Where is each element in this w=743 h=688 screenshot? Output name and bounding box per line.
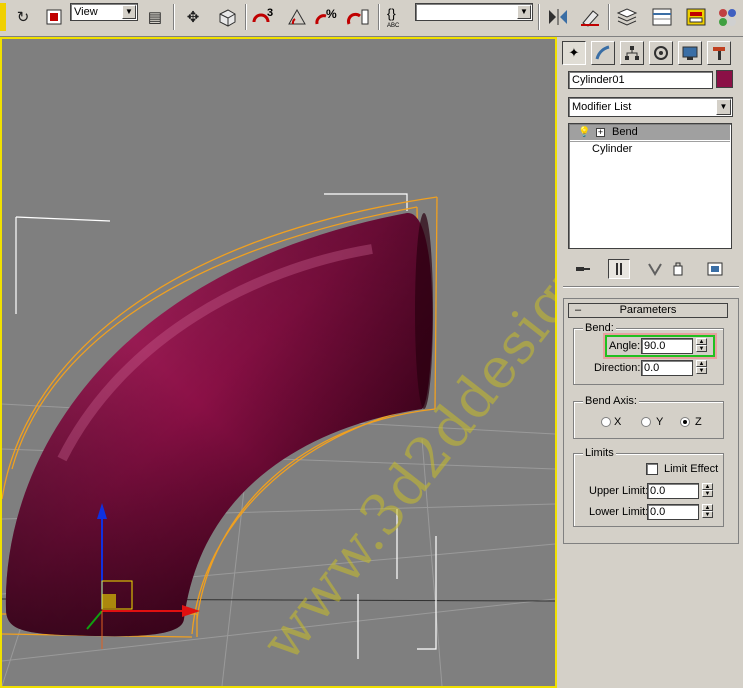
angle-label: Angle:	[609, 340, 641, 352]
display-tab-icon[interactable]	[678, 41, 702, 65]
bend-axis-group-title: Bend Axis:	[583, 395, 639, 407]
lower-limit-label: Lower Limit:	[589, 506, 649, 518]
angle-value: 90.0	[644, 340, 666, 352]
chevron-down-icon: ▼	[517, 5, 531, 19]
lower-limit-spinner[interactable]: ▲ ▼	[702, 504, 713, 520]
schematic-view-icon[interactable]	[682, 3, 710, 31]
toolbar-separator	[245, 4, 247, 30]
limit-effect-checkbox[interactable]	[646, 463, 658, 475]
axis-z-label: Z	[695, 416, 702, 428]
rotate-icon[interactable]: ↻	[9, 3, 37, 31]
select-manipulate-icon[interactable]: ✥	[179, 3, 207, 31]
modifier-stack: 💡 + Bend Cylinder	[568, 123, 732, 249]
snap-toggle-icon[interactable]: 3	[250, 3, 278, 31]
upper-limit-label: Upper Limit:	[589, 485, 649, 497]
spinner-up-icon[interactable]: ▲	[696, 360, 707, 367]
chevron-down-icon: ▼	[716, 99, 731, 115]
percent-snap-icon[interactable]: %	[313, 3, 341, 31]
spinner-up-icon[interactable]: ▲	[702, 483, 713, 490]
spinner-up-icon[interactable]: ▲	[702, 504, 713, 511]
curve-editor-icon[interactable]	[648, 3, 676, 31]
spinner-down-icon[interactable]: ▼	[702, 511, 713, 518]
edit-named-selections-icon[interactable]: {} ABC	[384, 3, 412, 31]
toolbar-separator	[173, 4, 175, 30]
make-unique-icon[interactable]	[644, 259, 666, 279]
object-name-value: Cylinder01	[572, 74, 625, 86]
align-icon[interactable]	[576, 3, 604, 31]
spinner-snap-icon[interactable]	[345, 3, 373, 31]
lower-limit-field[interactable]: 0.0	[647, 504, 699, 520]
material-editor-icon[interactable]	[714, 3, 742, 31]
snap-label: 3	[267, 7, 273, 19]
mirror-icon[interactable]	[544, 3, 572, 31]
upper-limit-spinner[interactable]: ▲ ▼	[702, 483, 713, 499]
lower-limit-value: 0.0	[650, 506, 666, 518]
remove-modifier-icon[interactable]	[668, 259, 688, 279]
collapse-icon: –	[575, 304, 582, 316]
object-name-field[interactable]: Cylinder01	[568, 71, 713, 89]
pivot-center-icon[interactable]: ▤	[141, 3, 169, 31]
abc-label: ABC	[387, 23, 400, 29]
direction-field[interactable]: 0.0	[641, 360, 693, 376]
rollout-title: Parameters	[619, 304, 677, 316]
percent-label: %	[326, 7, 337, 21]
stack-item-cylinder[interactable]: Cylinder	[570, 142, 730, 157]
lightbulb-icon[interactable]: 💡	[578, 125, 590, 140]
motion-tab-icon[interactable]	[649, 41, 673, 65]
limits-group-title: Limits	[583, 447, 616, 459]
angle-snap-icon[interactable]	[283, 3, 311, 31]
expand-plus-icon[interactable]: +	[596, 128, 605, 137]
stack-item-bend[interactable]: 💡 + Bend	[570, 125, 730, 140]
angle-field[interactable]: 90.0	[641, 338, 693, 354]
direction-label: Direction:	[594, 362, 641, 374]
perspective-viewport[interactable]: www.3d2ddesign.com	[0, 37, 557, 688]
layer-manager-icon[interactable]	[613, 3, 641, 31]
toolbar-separator	[608, 4, 610, 30]
create-tab-icon[interactable]: ✦	[562, 41, 586, 65]
toolbar-separator	[538, 4, 540, 30]
parameters-rollout-header[interactable]: – Parameters	[568, 303, 728, 318]
spinner-down-icon[interactable]: ▼	[696, 367, 707, 374]
viewport-canvas	[2, 193, 555, 686]
utilities-tab-icon[interactable]	[707, 41, 731, 65]
direction-value: 0.0	[644, 362, 660, 374]
upper-limit-field[interactable]: 0.0	[647, 483, 699, 499]
object-color-swatch[interactable]	[716, 70, 733, 88]
panel-divider	[563, 286, 739, 288]
reference-coordinate-value: View	[74, 6, 98, 18]
modifier-list-label: Modifier List	[572, 101, 632, 113]
pipe-shading	[5, 212, 433, 637]
named-selection-sets-dropdown[interactable]: ▼	[415, 3, 533, 21]
select-icon[interactable]	[0, 3, 6, 31]
spinner-down-icon[interactable]: ▼	[696, 345, 707, 352]
axis-x-radio[interactable]	[601, 417, 611, 427]
direction-spinner[interactable]: ▲ ▼	[696, 360, 707, 376]
toolbar-separator	[378, 4, 380, 30]
show-end-result-icon[interactable]	[608, 259, 630, 279]
stack-item-label: Cylinder	[592, 143, 633, 155]
stack-item-label: Bend	[612, 126, 638, 138]
axis-y-label: Y	[656, 416, 664, 428]
pipe-end-cap	[415, 213, 433, 409]
spinner-up-icon[interactable]: ▲	[696, 338, 707, 345]
command-panel-tabs: ✦	[562, 41, 740, 65]
upper-limit-value: 0.0	[650, 485, 666, 497]
modify-tab-icon[interactable]	[591, 41, 615, 65]
scale-icon[interactable]	[40, 3, 68, 31]
chevron-down-icon: ▼	[122, 5, 136, 19]
configure-modifier-sets-icon[interactable]	[705, 259, 725, 279]
main-toolbar: ↻ View ▼ ▤ ✥ 3 % {} ABC ▼	[0, 0, 743, 37]
hierarchy-tab-icon[interactable]	[620, 41, 644, 65]
svg-text:{}: {}	[387, 6, 396, 21]
axis-z-radio[interactable]	[680, 417, 690, 427]
limit-effect-label: Limit Effect	[664, 463, 719, 475]
angle-spinner[interactable]: ▲ ▼	[696, 338, 707, 354]
axis-x-label: X	[614, 416, 622, 428]
reference-coordinate-dropdown[interactable]: View ▼	[70, 3, 138, 21]
axis-y-radio[interactable]	[641, 417, 651, 427]
spinner-down-icon[interactable]: ▼	[702, 490, 713, 497]
modifier-list-dropdown[interactable]: Modifier List ▼	[568, 97, 733, 117]
keyboard-shortcut-toggle-icon[interactable]	[213, 3, 241, 31]
pin-stack-icon[interactable]	[572, 259, 594, 279]
